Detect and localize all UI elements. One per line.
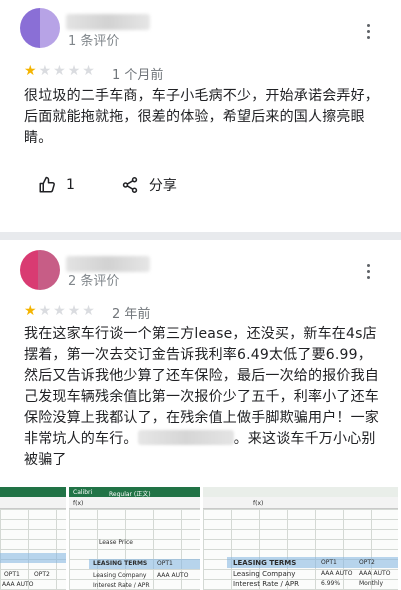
review-text-part: 我在这家车行谈一个第三方lease，还没买，新车在4s店摆着，第一次去交订金告诉… (24, 326, 379, 447)
star-empty-icon: ★ (82, 303, 95, 319)
review-text: 很垃圾的二手车商，车子小毛病不少，开始承诺会弄好，后面就能拖就拖，很差的体验，希… (24, 88, 379, 146)
star-filled-icon: ★ (24, 63, 37, 79)
photo-text: OPT2 (359, 559, 375, 566)
photo-text: Leasing Company (233, 570, 296, 578)
review-actions: 1 分享 (38, 174, 177, 196)
star-rating: ★ ★ ★ ★ ★ (24, 304, 95, 318)
review-photos: OPT1 OPT2 AAA AUTO Calibri Regular (正文) … (0, 487, 401, 590)
star-rating: ★ ★ ★ ★ ★ (24, 64, 95, 78)
more-options-icon[interactable] (367, 24, 371, 40)
photo-text: AAA AUTO (157, 572, 189, 579)
share-button[interactable]: 分享 (121, 175, 177, 195)
star-empty-icon: ★ (82, 63, 95, 79)
photo-text: OPT1 (4, 571, 20, 578)
like-count: 1 (66, 177, 75, 193)
photo-text: f(x) (253, 500, 264, 507)
star-empty-icon: ★ (38, 63, 52, 79)
star-empty-icon: ★ (53, 63, 66, 79)
review-photo[interactable]: f(x) LEASING TERMS OPT1 OPT2 Leasing Com… (203, 487, 398, 590)
photo-text: AAA AUTO (321, 570, 353, 577)
photo-text: OPT1 (321, 559, 337, 566)
star-filled-icon: ★ (24, 303, 37, 319)
photo-text: LEASING TERMS (93, 560, 148, 567)
photo-text: AAA AUTO (2, 581, 34, 588)
photo-text: LEASING TERMS (233, 559, 297, 567)
photo-text: Leasing Company (93, 572, 147, 579)
review-divider (0, 232, 401, 240)
review-photo[interactable]: OPT1 OPT2 AAA AUTO (0, 487, 66, 590)
photo-text: Lease Price (99, 539, 133, 546)
review-card: 1 条评价 ★ ★ ★ ★ ★ 1 个月前 很垃圾的二手车商，车子小毛病不少，开始承诺会… (0, 0, 401, 232)
review-card: 2 条评价 ★ ★ ★ ★ ★ 2 年前 我在这家车行谈一个第三方lease，还没买，新… (0, 240, 401, 590)
photo-text: Monthly (359, 580, 384, 587)
star-empty-icon: ★ (53, 303, 66, 319)
avatar[interactable] (20, 250, 60, 290)
reviewer-review-count: 1 条评价 (68, 34, 120, 49)
photo-text: Regular (正文) (109, 491, 151, 498)
reviewer-review-count: 2 条评价 (68, 274, 120, 289)
star-empty-icon: ★ (38, 303, 52, 319)
more-options-icon[interactable] (367, 264, 371, 280)
photo-text: Calibri (73, 489, 93, 496)
photo-text: Interest Rate / APR (93, 582, 150, 589)
photo-text: 6.99% (321, 580, 341, 587)
photo-text: AAA AUTO (359, 570, 391, 577)
star-empty-icon: ★ (67, 303, 81, 319)
review-photo[interactable]: Calibri Regular (正文) f(x) Lease Price LE… (69, 487, 200, 590)
review-date: 2 年前 (112, 307, 151, 322)
photo-text: Interest Rate / APR (233, 580, 299, 588)
review-text: 我在这家车行谈一个第三方lease，还没买，新车在4s店摆着，第一次去交订金告诉… (24, 324, 384, 471)
share-icon (122, 177, 138, 193)
reviewer-name-redacted[interactable] (66, 14, 150, 30)
redacted-text (137, 430, 234, 445)
photo-text: OPT1 (157, 560, 173, 567)
share-label: 分享 (148, 178, 177, 194)
like-button[interactable]: 1 (38, 176, 75, 194)
review-date: 1 个月前 (112, 68, 164, 83)
avatar[interactable] (20, 8, 60, 48)
star-empty-icon: ★ (67, 63, 81, 79)
photo-text: OPT2 (34, 571, 50, 578)
thumbs-up-icon (39, 176, 55, 193)
photo-text: f(x) (73, 500, 84, 507)
